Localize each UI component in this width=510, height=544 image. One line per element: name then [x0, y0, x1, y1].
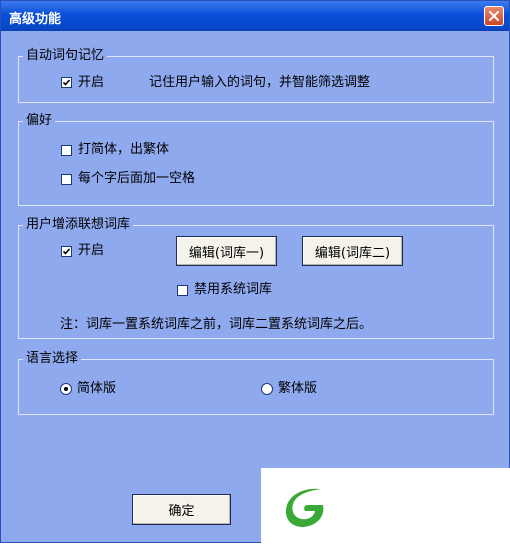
simp-to-trad-label[interactable]: 打简体，出繁体	[78, 142, 169, 158]
traditional-label[interactable]: 繁体版	[278, 381, 317, 397]
edit-dictionary-1-button[interactable]: 编辑(词库一)	[176, 236, 277, 266]
preferences-legend: 偏好	[23, 113, 56, 129]
checkmark-icon	[62, 248, 71, 255]
preferences-group: 偏好 打简体，出繁体 每个字后面加一空格	[18, 113, 494, 206]
auto-memory-enable-checkbox[interactable]	[61, 77, 72, 88]
auto-memory-description: 记住用户输入的词句，并智能筛选调整	[149, 75, 371, 90]
radio-selected-dot	[64, 387, 68, 391]
add-space-label[interactable]: 每个字后面加一空格	[78, 171, 195, 187]
language-legend: 语言选择	[23, 351, 82, 367]
window-title: 高级功能	[9, 12, 62, 27]
watermark-logo-panel	[261, 468, 510, 544]
language-group: 语言选择 简体版 繁体版	[18, 351, 494, 415]
user-dictionary-group: 用户增添联想词库 开启 编辑(词库一) 编辑(词库二) 禁用系统词库 注：词库一…	[18, 217, 494, 339]
green-leaf-logo-icon	[285, 488, 324, 527]
add-space-checkbox[interactable]	[61, 174, 72, 185]
dictionary-order-note: 注：词库一置系统词库之前，词库二置系统词库之后。	[60, 317, 373, 332]
title-bar[interactable]: 高级功能	[1, 1, 509, 31]
ok-button[interactable]: 确定	[132, 494, 231, 525]
checkmark-icon	[62, 79, 71, 86]
disable-system-dictionary-checkbox[interactable]	[177, 285, 188, 296]
close-button[interactable]	[484, 6, 504, 26]
user-dictionary-enable-checkbox[interactable]	[61, 246, 72, 257]
auto-memory-legend: 自动词句记忆	[23, 48, 108, 64]
traditional-radio[interactable]	[261, 383, 273, 395]
edit-dictionary-2-button[interactable]: 编辑(词库二)	[302, 236, 403, 266]
user-dictionary-enable-label[interactable]: 开启	[78, 243, 104, 259]
auto-memory-group: 自动词句记忆 开启 记住用户输入的词句，并智能筛选调整	[18, 48, 494, 103]
simp-to-trad-checkbox[interactable]	[61, 145, 72, 156]
simplified-radio[interactable]	[60, 383, 72, 395]
user-dictionary-legend: 用户增添联想词库	[23, 217, 134, 233]
simplified-label[interactable]: 简体版	[77, 381, 116, 397]
disable-system-dictionary-label[interactable]: 禁用系统词库	[194, 282, 272, 298]
auto-memory-enable-label[interactable]: 开启	[78, 75, 104, 91]
advanced-features-dialog: 高级功能 自动词句记忆 开启 记住用户输入的词句，并智能筛选调整 偏好 打简体，…	[0, 0, 510, 544]
close-icon	[489, 11, 499, 21]
